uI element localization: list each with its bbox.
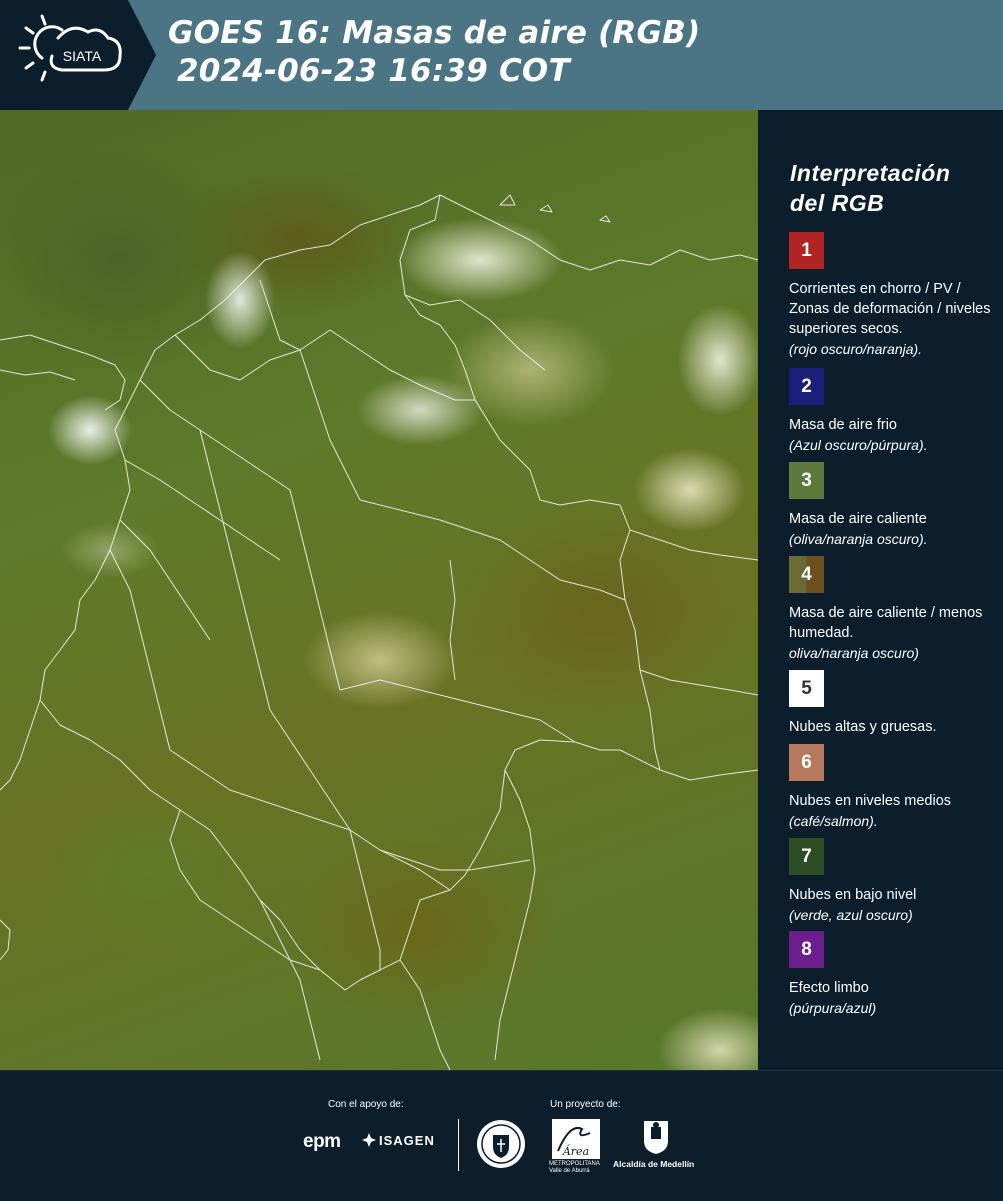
legend-item: 5 Nubes altas y gruesas.	[789, 670, 994, 737]
alcaldia-label: Alcaldía de Medellín	[613, 1159, 695, 1169]
title-line-2-timestamp: 2024-06-23 16:39 COT	[177, 53, 570, 89]
header-bar: SIATA GOES 16: Masas de aire (RGB) 2024-…	[0, 0, 1003, 110]
legend-swatch: 1	[789, 232, 824, 269]
project-label: Un proyecto de:	[550, 1099, 621, 1110]
isagen-logo: ISAGEN	[362, 1133, 435, 1148]
legend-item-sub: (oliva/naranja oscuro).	[789, 531, 928, 547]
legend-item: 6 Nubes en niveles medios (café/salmon).	[789, 744, 994, 831]
legend-swatch: 4	[789, 556, 824, 593]
legend-title: Interpretación del RGB	[790, 160, 951, 216]
legend-item: 8 Efecto limbo (púrpura/azul)	[789, 931, 994, 1018]
footer-divider	[458, 1119, 459, 1171]
legend-swatch: 5	[789, 670, 824, 707]
legend-item: 1 Corrientes en chorro / PV / Zonas de d…	[789, 232, 994, 359]
legend-item-sub: (café/salmon).	[789, 813, 878, 829]
legend-swatch: 6	[789, 744, 824, 781]
legend-item: 2 Masa de aire frio (Azul oscuro/púrpura…	[789, 368, 994, 455]
country-borders	[0, 194, 758, 1070]
university-seal-icon	[477, 1120, 525, 1168]
legend-item: 3 Masa de aire caliente (oliva/naranja o…	[789, 462, 994, 549]
legend-swatch: 7	[789, 838, 824, 875]
legend-panel: Interpretación del RGB 1 Corrientes en c…	[758, 110, 1003, 1070]
support-label: Con el apoyo de:	[328, 1099, 404, 1110]
legend-item-sub: oliva/naranja oscuro)	[789, 645, 919, 661]
legend-item-text: Masa de aire frio	[789, 417, 897, 433]
legend-item-text: Nubes en bajo nivel	[789, 887, 917, 903]
legend-item-sub: (Azul oscuro/púrpura).	[789, 437, 928, 453]
isagen-label: ISAGEN	[379, 1133, 435, 1148]
legend-item-text: Masa de aire caliente / menos humedad.	[789, 605, 983, 641]
legend-item-sub: (rojo oscuro/naranja).	[789, 341, 923, 357]
legend-swatch: 2	[789, 368, 824, 405]
svg-text:Área: Área	[562, 1144, 589, 1158]
legend-item: 4 Masa de aire caliente / menos humedad.…	[789, 556, 994, 663]
satellite-map	[0, 110, 758, 1070]
isagen-icon	[362, 1133, 376, 1147]
epm-logo: epm	[303, 1131, 341, 1152]
svg-text:SIATA: SIATA	[63, 48, 102, 64]
area-metropolitana-label: METROPOLITANA Valle de Aburrá	[549, 1161, 600, 1174]
legend-item-text: Corrientes en chorro / PV / Zonas de def…	[789, 281, 991, 337]
legend-item-text: Nubes altas y gruesas.	[789, 719, 937, 735]
legend-item-sub: (verde, azul oscuro)	[789, 907, 913, 923]
legend-item-text: Masa de aire caliente	[789, 511, 927, 527]
footer-bar: Con el apoyo de: Un proyecto de: epm ISA…	[0, 1070, 1003, 1201]
legend-swatch: 3	[789, 462, 824, 499]
siata-logo: SIATA	[0, 0, 156, 110]
legend-item: 7 Nubes en bajo nivel (verde, azul oscur…	[789, 838, 994, 925]
legend-item-text: Nubes en niveles medios	[789, 793, 952, 809]
title-line-1: GOES 16: Masas de aire (RGB)	[168, 15, 701, 51]
alcaldia-shield-icon	[644, 1121, 668, 1154]
legend-item-sub: (púrpura/azul)	[789, 1000, 877, 1016]
legend-swatch: 8	[789, 931, 824, 968]
legend-item-text: Efecto limbo	[789, 980, 869, 996]
page-title: GOES 16: Masas de aire (RGB) 2024-06-23 …	[168, 14, 700, 90]
